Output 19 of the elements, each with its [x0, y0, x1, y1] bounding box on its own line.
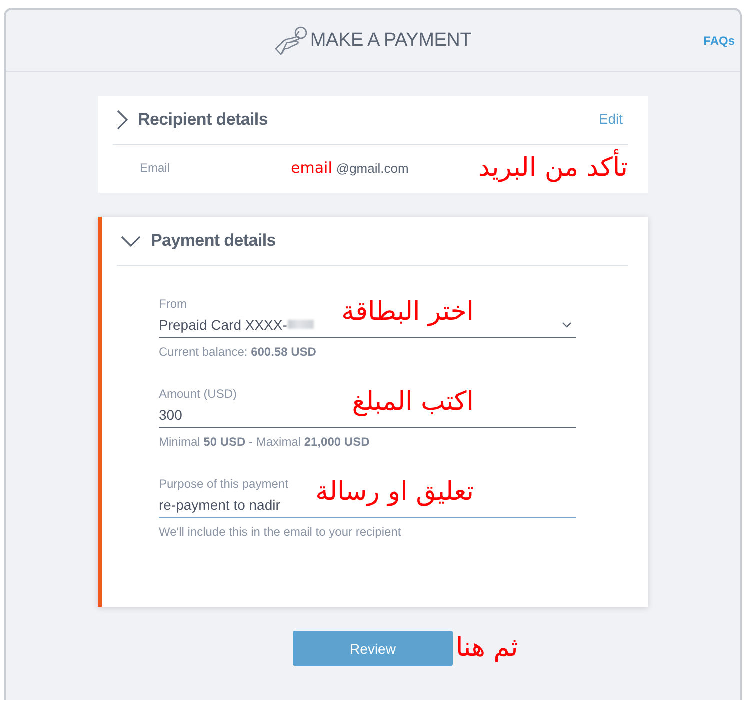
chevron-down-icon [121, 236, 141, 246]
helper-text: Current balance: 600.58 USD [159, 344, 316, 360]
section-title: Payment details [151, 231, 276, 251]
section-title: Recipient details [138, 110, 268, 130]
email-label: Email [140, 161, 170, 175]
helper-text: We'll include this in the email to your recipient [159, 524, 402, 540]
chevron-right-icon [117, 110, 128, 130]
chevron-down-icon [562, 322, 572, 328]
section-toggle-button[interactable] [121, 236, 141, 246]
hand-coin-icon [274, 26, 308, 56]
annotation-text: ثم هنا [456, 632, 518, 664]
field-label: From [159, 296, 187, 312]
annotation-text: email [291, 159, 332, 177]
helper-text: Minimal 50 USD - Maximal 21,000 USD [159, 434, 370, 450]
page-title: MAKE A PAYMENT [310, 30, 472, 52]
field-label: Purpose of this payment [159, 476, 288, 492]
email-value: @gmail.com [336, 161, 409, 176]
field-label: Amount (USD) [159, 386, 238, 402]
section-toggle-button[interactable] [117, 110, 128, 130]
